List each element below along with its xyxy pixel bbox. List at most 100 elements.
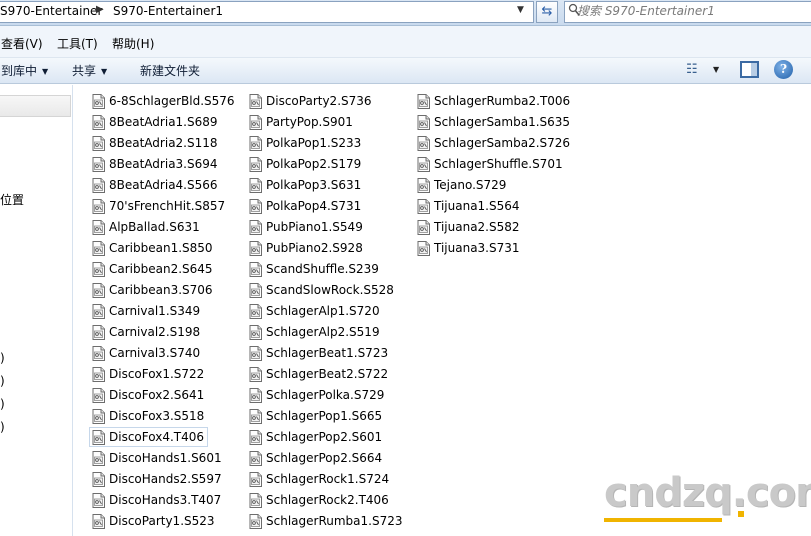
file-item[interactable]: 6-8SchlagerBld.S576 bbox=[89, 91, 239, 111]
file-name: SchlagerAlp2.S519 bbox=[266, 325, 380, 339]
file-icon bbox=[249, 430, 262, 445]
nav-item-fragment[interactable]: ) bbox=[0, 420, 5, 434]
file-item[interactable]: SchlagerShuffle.S701 bbox=[414, 154, 567, 174]
file-item[interactable]: SchlagerPolka.S729 bbox=[246, 385, 388, 405]
file-item[interactable]: SchlagerPop1.S665 bbox=[246, 406, 386, 426]
file-item[interactable]: PolkaPop3.S631 bbox=[246, 175, 365, 195]
chevron-down-icon[interactable]: ▼ bbox=[517, 5, 524, 15]
file-item[interactable]: DiscoFox2.S641 bbox=[89, 385, 208, 405]
file-item[interactable]: SchlagerRock2.T406 bbox=[246, 490, 393, 510]
search-box[interactable] bbox=[564, 1, 811, 23]
file-icon bbox=[249, 220, 262, 235]
file-item[interactable]: Carnival1.S349 bbox=[89, 301, 204, 321]
file-item[interactable]: Caribbean3.S706 bbox=[89, 280, 217, 300]
file-item[interactable]: 8BeatAdria2.S118 bbox=[89, 133, 222, 153]
file-item[interactable]: DiscoParty2.S736 bbox=[246, 91, 376, 111]
file-item[interactable]: PubPiano2.S928 bbox=[246, 238, 367, 258]
file-item[interactable]: PolkaPop4.S731 bbox=[246, 196, 365, 216]
file-icon bbox=[417, 220, 430, 235]
file-item[interactable]: PubPiano1.S549 bbox=[246, 217, 367, 237]
file-item[interactable]: DiscoHands1.S601 bbox=[89, 448, 226, 468]
file-name: SchlagerShuffle.S701 bbox=[434, 157, 563, 171]
file-item[interactable]: Tijuana2.S582 bbox=[414, 217, 524, 237]
watermark-underline bbox=[604, 518, 722, 522]
file-item[interactable]: Tijuana3.S731 bbox=[414, 238, 524, 258]
menu-view[interactable]: 查看(V) bbox=[1, 35, 43, 52]
file-item[interactable]: DiscoHands2.S597 bbox=[89, 469, 226, 489]
menu-tools[interactable]: 工具(T) bbox=[57, 35, 98, 52]
address-bar: S970-Entertainer ▶ S970-Entertainer1 ▼ ⇆ bbox=[0, 0, 811, 26]
file-item[interactable]: DiscoFox4.T406 bbox=[89, 427, 208, 447]
file-item[interactable]: SchlagerPop2.S601 bbox=[246, 427, 386, 447]
file-item[interactable]: PolkaPop2.S179 bbox=[246, 154, 365, 174]
file-item[interactable]: DiscoFox3.S518 bbox=[89, 406, 208, 426]
file-icon bbox=[249, 325, 262, 340]
file-item[interactable]: DiscoFox1.S722 bbox=[89, 364, 208, 384]
nav-header[interactable] bbox=[0, 95, 71, 117]
breadcrumb-parent[interactable]: S970-Entertainer bbox=[0, 4, 102, 18]
file-item[interactable]: AlpBallad.S631 bbox=[89, 217, 204, 237]
file-name: DiscoHands2.S597 bbox=[109, 472, 222, 486]
file-icon bbox=[249, 157, 262, 172]
file-item[interactable]: SchlagerRock1.S724 bbox=[246, 469, 393, 489]
file-item[interactable]: PartyPop.S901 bbox=[246, 112, 357, 132]
watermark-dot bbox=[738, 511, 744, 517]
help-icon[interactable]: ? bbox=[774, 60, 793, 79]
file-item[interactable]: Caribbean2.S645 bbox=[89, 259, 217, 279]
file-item[interactable]: ScandSlowRock.S528 bbox=[246, 280, 398, 300]
file-item[interactable]: PolkaPop1.S233 bbox=[246, 133, 365, 153]
refresh-button[interactable]: ⇆ bbox=[536, 1, 558, 23]
file-item[interactable]: Tejano.S729 bbox=[414, 175, 510, 195]
file-name: PolkaPop4.S731 bbox=[266, 199, 362, 213]
file-item[interactable]: SchlagerAlp2.S519 bbox=[246, 322, 384, 342]
file-item[interactable]: SchlagerBeat2.S722 bbox=[246, 364, 392, 384]
file-item[interactable]: 8BeatAdria3.S694 bbox=[89, 154, 222, 174]
file-name: DiscoFox2.S641 bbox=[109, 388, 205, 402]
file-item[interactable]: SchlagerSamba2.S726 bbox=[414, 133, 574, 153]
file-icon bbox=[417, 178, 430, 193]
search-input[interactable] bbox=[577, 4, 807, 18]
file-name: DiscoHands3.T407 bbox=[109, 493, 222, 507]
file-item[interactable]: 8BeatAdria1.S689 bbox=[89, 112, 222, 132]
file-item[interactable]: Carnival2.S198 bbox=[89, 322, 204, 342]
preview-pane-icon[interactable] bbox=[740, 61, 759, 78]
file-item[interactable]: DiscoParty1.S523 bbox=[89, 511, 219, 531]
file-item[interactable]: Carnival3.S740 bbox=[89, 343, 204, 363]
file-list[interactable]: 6-8SchlagerBld.S576 8BeatAdria1.S689 8Beat… bbox=[74, 85, 811, 536]
file-name: PolkaPop3.S631 bbox=[266, 178, 362, 192]
file-item[interactable]: 70'sFrenchHit.S857 bbox=[89, 196, 229, 216]
file-icon bbox=[92, 514, 105, 529]
file-name: SchlagerPop2.S664 bbox=[266, 451, 383, 465]
nav-item-fragment[interactable]: ) bbox=[0, 374, 5, 388]
file-icon bbox=[92, 262, 105, 277]
chevron-down-icon[interactable]: ▼ bbox=[713, 65, 719, 74]
file-icon bbox=[249, 283, 262, 298]
file-name: DiscoFox4.T406 bbox=[109, 430, 204, 444]
change-view-icon[interactable]: ☷ bbox=[686, 62, 698, 77]
nav-item-fragment[interactable]: ) bbox=[0, 351, 5, 365]
file-item[interactable]: SchlagerRumba2.T006 bbox=[414, 91, 574, 111]
menu-help[interactable]: 帮助(H) bbox=[112, 35, 154, 52]
breadcrumb-current[interactable]: S970-Entertainer1 bbox=[113, 4, 223, 18]
file-item[interactable]: SchlagerBeat1.S723 bbox=[246, 343, 392, 363]
nav-item-location[interactable]: 位置 bbox=[0, 191, 24, 208]
file-item[interactable]: SchlagerSamba1.S635 bbox=[414, 112, 574, 132]
address-box[interactable]: S970-Entertainer ▶ S970-Entertainer1 ▼ bbox=[0, 1, 534, 23]
file-item[interactable]: ScandShuffle.S239 bbox=[246, 259, 383, 279]
file-name: 8BeatAdria1.S689 bbox=[109, 115, 218, 129]
file-icon bbox=[249, 241, 262, 256]
file-item[interactable]: SchlagerAlp1.S720 bbox=[246, 301, 384, 321]
file-item[interactable]: Tijuana1.S564 bbox=[414, 196, 524, 216]
file-name: 70'sFrenchHit.S857 bbox=[109, 199, 226, 213]
chevron-right-icon[interactable]: ▶ bbox=[96, 4, 104, 15]
file-item[interactable]: DiscoHands3.T407 bbox=[89, 490, 225, 510]
file-item[interactable]: SchlagerPop2.S664 bbox=[246, 448, 386, 468]
file-icon bbox=[92, 178, 105, 193]
share-button[interactable]: 共享 ▼ bbox=[72, 62, 107, 79]
file-item[interactable]: Caribbean1.S850 bbox=[89, 238, 217, 258]
file-item[interactable]: 8BeatAdria4.S566 bbox=[89, 175, 222, 195]
include-in-library-button[interactable]: 到库中 ▼ bbox=[1, 62, 48, 79]
file-item[interactable]: SchlagerRumba1.S723 bbox=[246, 511, 406, 531]
nav-item-fragment[interactable]: ) bbox=[0, 397, 5, 411]
new-folder-button[interactable]: 新建文件夹 bbox=[140, 62, 200, 79]
